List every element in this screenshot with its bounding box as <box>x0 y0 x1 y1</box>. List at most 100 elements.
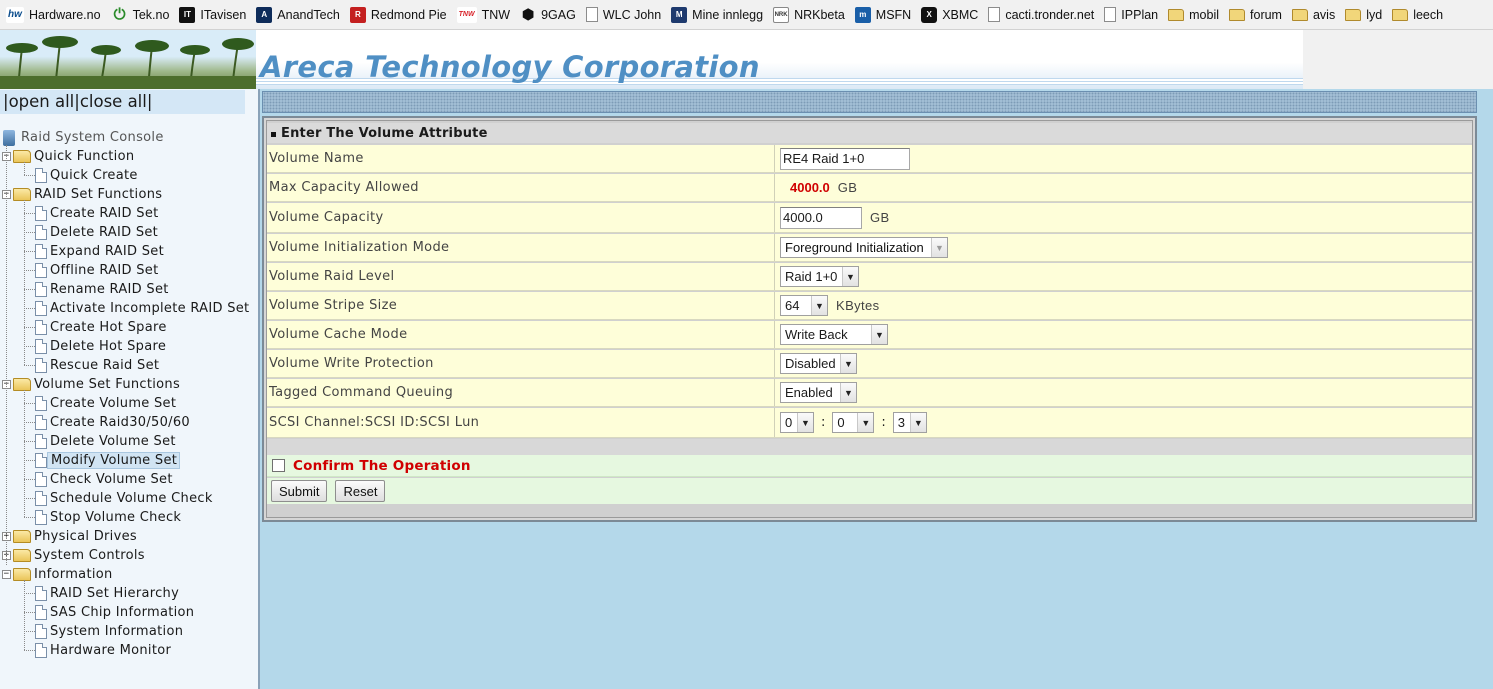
tree-folder-physical-drives[interactable]: + Physical Drives <box>2 527 139 546</box>
tree-connector <box>24 580 25 650</box>
tree-item-delete-raid-set[interactable]: Delete RAID Set <box>35 223 160 242</box>
reset-button[interactable]: Reset <box>335 480 386 502</box>
bookmark-nrkbeta[interactable]: NRK NRKbeta <box>771 4 850 26</box>
page-icon <box>35 206 47 221</box>
tcq-label: Tagged Command Queuing <box>267 379 775 406</box>
tree-item-create-raid-set[interactable]: Create RAID Set <box>35 204 161 223</box>
tree-root[interactable]: Raid System Console <box>3 128 166 147</box>
tree-root-label: Raid System Console <box>21 130 164 145</box>
tree-connector <box>24 460 35 461</box>
tree-item-label: Create Raid30/50/60 <box>50 415 190 430</box>
bookmark-cacti-tronder-net[interactable]: cacti.tronder.net <box>986 4 1099 26</box>
bookmark-label: Mine innlegg <box>692 7 764 22</box>
tree-connector <box>24 270 35 271</box>
cache-mode-select[interactable]: Write Back ▼ <box>780 324 888 345</box>
tcq-select[interactable]: Enabled ▼ <box>780 382 857 403</box>
scsi-id-select[interactable]: 0 ▼ <box>832 412 875 433</box>
write-protection-value: Disabled <box>785 356 836 371</box>
volume-capacity-input[interactable]: 4000.0 <box>780 206 862 229</box>
init-mode-select[interactable]: Foreground Initialization ▼ <box>780 237 948 258</box>
volume-name-label: Volume Name <box>267 145 775 172</box>
collapse-icon[interactable]: − <box>2 570 11 579</box>
tree-item-modify-volume-set[interactable]: Modify Volume Set <box>35 451 181 470</box>
page-icon <box>35 643 47 658</box>
cache-mode-cell: Write Back ▼ <box>776 321 888 348</box>
write-protection-cell: Disabled ▼ <box>776 350 857 377</box>
bookmark-9gag[interactable]: ⬢ 9GAG <box>518 4 581 26</box>
tree-item-create-raid30-50-60[interactable]: Create Raid30/50/60 <box>35 413 192 432</box>
tree-item-create-volume-set[interactable]: Create Volume Set <box>35 394 178 413</box>
bookmark-tek-no[interactable]: ⏻ Tek.no <box>110 4 175 26</box>
tree-folder-raid-set-functions[interactable]: − RAID Set Functions <box>2 185 164 204</box>
submit-button[interactable]: Submit <box>271 480 328 502</box>
row-cache-mode: Volume Cache Mode Write Back ▼ <box>267 321 1472 349</box>
bookmark-ipplan[interactable]: IPPlan <box>1102 4 1163 26</box>
tree-folder-volume-set-functions[interactable]: − Volume Set Functions <box>2 375 182 394</box>
page-icon <box>35 301 47 316</box>
confirm-checkbox[interactable] <box>272 459 285 472</box>
close-all-link[interactable]: close all <box>80 92 147 111</box>
bookmark-label: WLC John <box>602 7 662 22</box>
tree-item-create-hot-spare[interactable]: Create Hot Spare <box>35 318 169 337</box>
bookmark-redmond-pie[interactable]: R Redmond Pie <box>348 4 452 26</box>
bookmark-msfn[interactable]: m MSFN <box>853 4 916 26</box>
bookmark-mine-innlegg[interactable]: M Mine innlegg <box>669 4 768 26</box>
bookmark-avis[interactable]: avis <box>1290 4 1340 26</box>
bookmark-leech[interactable]: leech <box>1390 4 1448 26</box>
9gag-icon: ⬢ <box>521 6 535 22</box>
volume-name-input[interactable]: RE4 Raid 1+0 <box>780 147 910 170</box>
tree-item-raid-set-hierarchy[interactable]: RAID Set Hierarchy <box>35 584 181 603</box>
raid-level-select[interactable]: Raid 1+0 ▼ <box>780 266 859 287</box>
page-icon <box>988 7 1001 22</box>
bookmark-lyd[interactable]: lyd <box>1343 4 1387 26</box>
open-all-link[interactable]: open all <box>9 92 75 111</box>
scsi-channel-select[interactable]: 0 ▼ <box>780 412 814 433</box>
redmond-pie-icon: R <box>349 6 366 23</box>
bookmark-tnw[interactable]: TNW TNW <box>455 4 515 26</box>
tree-item-system-information[interactable]: System Information <box>35 622 185 641</box>
chevron-down-icon: ▼ <box>857 413 874 432</box>
tree-item-delete-hot-spare[interactable]: Delete Hot Spare <box>35 337 168 356</box>
tree-item-sas-chip-information[interactable]: SAS Chip Information <box>35 603 196 622</box>
page-icon <box>35 491 47 506</box>
scsi-lun-select[interactable]: 3 ▼ <box>892 412 927 433</box>
tree-item-rename-raid-set[interactable]: Rename RAID Set <box>35 280 171 299</box>
chevron-down-icon: ▼ <box>797 413 813 432</box>
bookmark-wlc-john[interactable]: WLC John <box>584 4 666 26</box>
write-protection-select[interactable]: Disabled ▼ <box>780 353 857 374</box>
tree-connector <box>24 631 35 632</box>
bookmark-itavisen[interactable]: IT ITavisen <box>177 4 251 26</box>
tree-item-label: Rescue Raid Set <box>50 358 160 373</box>
bookmark-anandtech[interactable]: A AnandTech <box>254 4 345 26</box>
tree-folder-system-controls[interactable]: + System Controls <box>2 546 147 565</box>
tree-item-rescue-raid-set[interactable]: Rescue Raid Set <box>35 356 161 375</box>
tree-item-label: System Information <box>50 624 184 639</box>
tree-item-offline-raid-set[interactable]: Offline RAID Set <box>35 261 161 280</box>
bookmark-hardware-no[interactable]: hw Hardware.no <box>4 4 106 26</box>
tree-item-quick-create[interactable]: Quick Create <box>35 166 140 185</box>
tree-item-activate-incomplete-raid-set[interactable]: Activate Incomplete RAID Set <box>35 299 251 318</box>
tree-item-label: Create RAID Set <box>50 206 159 221</box>
bookmark-label: Redmond Pie <box>370 7 447 22</box>
folder-icon <box>1229 8 1246 21</box>
cache-mode-label: Volume Cache Mode <box>267 321 775 348</box>
tree-item-hardware-monitor[interactable]: Hardware Monitor <box>35 641 173 660</box>
tree-item-delete-volume-set[interactable]: Delete Volume Set <box>35 432 178 451</box>
page-icon <box>35 624 47 639</box>
bookmark-mobil[interactable]: mobil <box>1166 4 1224 26</box>
folder-icon <box>1392 8 1409 21</box>
tree-item-stop-volume-check[interactable]: Stop Volume Check <box>35 508 183 527</box>
tree-item-check-volume-set[interactable]: Check Volume Set <box>35 470 175 489</box>
tree-folder-quick-function[interactable]: − Quick Function <box>2 147 136 166</box>
tree-item-schedule-volume-check[interactable]: Schedule Volume Check <box>35 489 215 508</box>
bookmark-forum[interactable]: forum <box>1227 4 1287 26</box>
stripe-size-select[interactable]: 64 ▼ <box>780 295 828 316</box>
tree-item-expand-raid-set[interactable]: Expand RAID Set <box>35 242 166 261</box>
stripe-size-value: 64 <box>785 298 800 313</box>
sidebar: |open all|close all| Raid System Console… <box>0 89 260 689</box>
chevron-down-icon: ▼ <box>931 238 947 257</box>
tree-folder-information[interactable]: − Information <box>2 565 115 584</box>
bookmark-xbmc[interactable]: X XBMC <box>919 4 983 26</box>
volume-capacity-unit: GB <box>870 210 890 225</box>
tree-item-label: Offline RAID Set <box>50 263 159 278</box>
